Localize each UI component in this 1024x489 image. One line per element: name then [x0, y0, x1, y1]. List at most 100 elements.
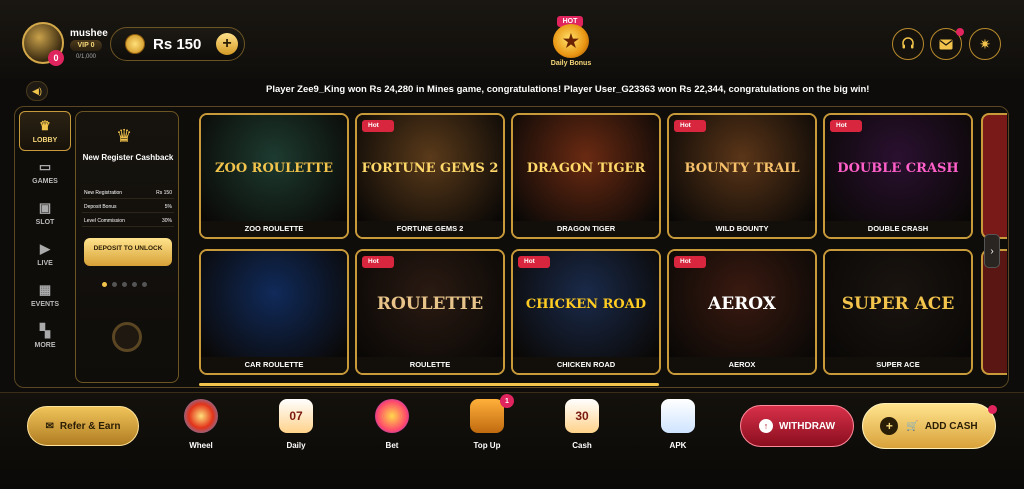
chevron-right-icon[interactable]: › — [984, 234, 1000, 268]
bonus-star-icon: ★ — [553, 24, 589, 58]
cashback-promo-card[interactable]: ♛ New Register Cashback New Registration… — [75, 111, 179, 383]
gift-icon: ✉ — [45, 420, 54, 432]
settings-icon[interactable]: ✷ — [969, 28, 1001, 60]
crown-icon: ♛ — [116, 126, 133, 146]
bottom-item-daily[interactable]: 07 Daily — [266, 399, 326, 463]
game-card[interactable]: BOUNTY TRAIL Hot WILD BOUNTY — [667, 113, 817, 239]
vip-progress: 0/1,000 — [76, 54, 97, 60]
treasure-chest-icon — [470, 399, 504, 433]
promo-row-label: New Registration — [84, 190, 123, 196]
game-title: CHICKEN ROAD — [513, 357, 659, 373]
hot-badge: Hot — [362, 256, 394, 268]
horizontal-scrollbar[interactable] — [199, 383, 659, 386]
balance-pill: Rs 150 + — [110, 27, 245, 61]
nav-item-more[interactable]: ▚ MORE — [19, 316, 71, 356]
calendar-icon: 30 — [565, 399, 599, 433]
side-nav: ♛ LOBBY ▭ GAMES ▣ SLOT ▶ LIVE ▦ EVENTS ▚ MORE — [19, 111, 71, 381]
add-balance-button[interactable]: + — [216, 33, 238, 55]
promo-row: Deposit Bonus 5% — [82, 202, 174, 213]
nav-label: SLOT — [35, 219, 55, 226]
game-card[interactable]: DOUBLE CRASH Hot DOUBLE CRASH — [823, 113, 973, 239]
bet-wheel-icon — [375, 399, 409, 433]
hot-badge: Hot — [674, 120, 706, 132]
top-header: 0 mushee VIP 0 0/1,000 Rs 150 + HOT ★ Da… — [0, 0, 1024, 78]
game-art: DRAGON TIGER — [513, 115, 659, 221]
bottom-item-bet[interactable]: Bet — [362, 399, 422, 463]
bottom-item-label: Top Up — [473, 441, 501, 450]
plus-icon: + — [880, 417, 899, 435]
bottom-item-wheel[interactable]: Wheel — [171, 399, 231, 463]
promo-row-value: 30% — [161, 218, 172, 224]
lobby-panel: ♛ LOBBY ▭ GAMES ▣ SLOT ▶ LIVE ▦ EVENTS ▚ MORE … — [14, 106, 1009, 388]
username: mushee — [70, 28, 108, 39]
promo-row: Level Commission 30% — [82, 216, 174, 227]
promo-row-value: 5% — [164, 204, 172, 210]
marquee-text: Player Zee9_King won Rs 24,280 in Mines … — [266, 84, 870, 95]
play-icon: ▶ — [40, 241, 50, 256]
game-card[interactable]: SUPER ACE SUPER ACE — [823, 249, 973, 375]
promo-emblem — [112, 322, 142, 352]
game-card[interactable]: CHICKEN ROAD Hot CHICKEN ROAD — [511, 249, 661, 375]
nav-item-games[interactable]: ▭ GAMES — [19, 152, 71, 192]
coin-icon — [125, 34, 145, 54]
slot-icon: ▣ — [38, 200, 52, 215]
balance-value: Rs 150 — [153, 35, 202, 53]
game-title: ZOO ROULETTE — [201, 221, 347, 237]
add-cash-label: ADD CASH — [924, 420, 978, 432]
game-title: CAR ROULETTE — [201, 357, 347, 373]
game-card[interactable]: ROULETTE Hot ROULETTE — [355, 249, 505, 375]
add-cash-button[interactable]: + 🛒 ADD CASH — [862, 403, 996, 449]
cart-icon: 🛒 — [906, 420, 919, 432]
bottom-item-label: Bet — [385, 441, 399, 450]
nav-label: MORE — [34, 342, 56, 349]
nav-item-events[interactable]: ▦ EVENTS — [19, 275, 71, 315]
bottom-item-cash[interactable]: 30 Cash — [552, 399, 612, 463]
withdraw-label: WITHDRAW — [778, 420, 836, 432]
nav-item-slot[interactable]: ▣ SLOT — [19, 193, 71, 233]
deposit-to-unlock-button[interactable]: DEPOSIT TO UNLOCK — [84, 238, 172, 266]
game-card-partial[interactable] — [981, 113, 1007, 239]
game-card[interactable]: ZOO ROULETTE ZOO ROULETTE — [199, 113, 349, 239]
game-title: ROULETTE — [357, 357, 503, 373]
game-title: SUPER ACE — [825, 357, 971, 373]
headset-icon[interactable] — [892, 28, 924, 60]
game-card[interactable]: FORTUNE GEMS 2 Hot FORTUNE GEMS 2 — [355, 113, 505, 239]
promo-row-label: Level Commission — [84, 218, 125, 224]
game-title: AEROX — [669, 357, 815, 373]
bottom-bar: ✉ Refer & Earn Wheel 07 Daily Bet Top Up 30 Cas… — [0, 392, 1024, 489]
game-title: FORTUNE GEMS 2 — [357, 221, 503, 237]
game-card[interactable]: CAR ROULETTE — [199, 249, 349, 375]
speaker-icon[interactable]: ◀) — [26, 81, 48, 101]
game-card[interactable]: AEROX Hot AEROX — [667, 249, 817, 375]
promo-row: New Registration Rs 150 — [82, 188, 174, 199]
refer-and-earn-button[interactable]: ✉ Refer & Earn — [27, 406, 139, 446]
bottom-item-label: Wheel — [189, 441, 213, 450]
promo-row-label: Deposit Bonus — [84, 204, 117, 210]
promo-row-value: Rs 150 — [156, 190, 172, 196]
game-art — [201, 251, 347, 357]
notification-dot — [988, 405, 997, 414]
daily-bonus-label: Daily Bonus — [550, 60, 592, 67]
topup-badge: 1 — [500, 394, 514, 408]
game-title: DRAGON TIGER — [513, 221, 659, 237]
gamepad-icon: ▭ — [38, 159, 52, 174]
nav-label: LOBBY — [32, 137, 58, 144]
nav-label: GAMES — [32, 178, 58, 185]
hot-badge: Hot — [362, 120, 394, 132]
grid-icon: ▚ — [40, 323, 50, 338]
nav-item-lobby[interactable]: ♛ LOBBY — [19, 111, 71, 151]
daily-bonus-button[interactable]: HOT ★ Daily Bonus — [540, 16, 602, 74]
carousel-dots[interactable] — [102, 282, 147, 287]
bottom-item-top-up[interactable]: Top Up — [457, 399, 517, 463]
vip-badge[interactable]: VIP 0 — [70, 40, 102, 51]
nav-item-live[interactable]: ▶ LIVE — [19, 234, 71, 274]
refer-label: Refer & Earn — [59, 420, 121, 432]
crown-icon: ♛ — [39, 118, 51, 133]
game-card[interactable]: DRAGON TIGER DRAGON TIGER — [511, 113, 661, 239]
bottom-item-label: APK — [669, 441, 687, 450]
nav-label: EVENTS — [30, 301, 59, 308]
game-art: ZOO ROULETTE — [201, 115, 347, 221]
withdraw-button[interactable]: ↑ WITHDRAW — [740, 405, 854, 447]
bottom-item-label: Daily — [286, 441, 306, 450]
bottom-item-apk[interactable]: APK — [648, 399, 708, 463]
